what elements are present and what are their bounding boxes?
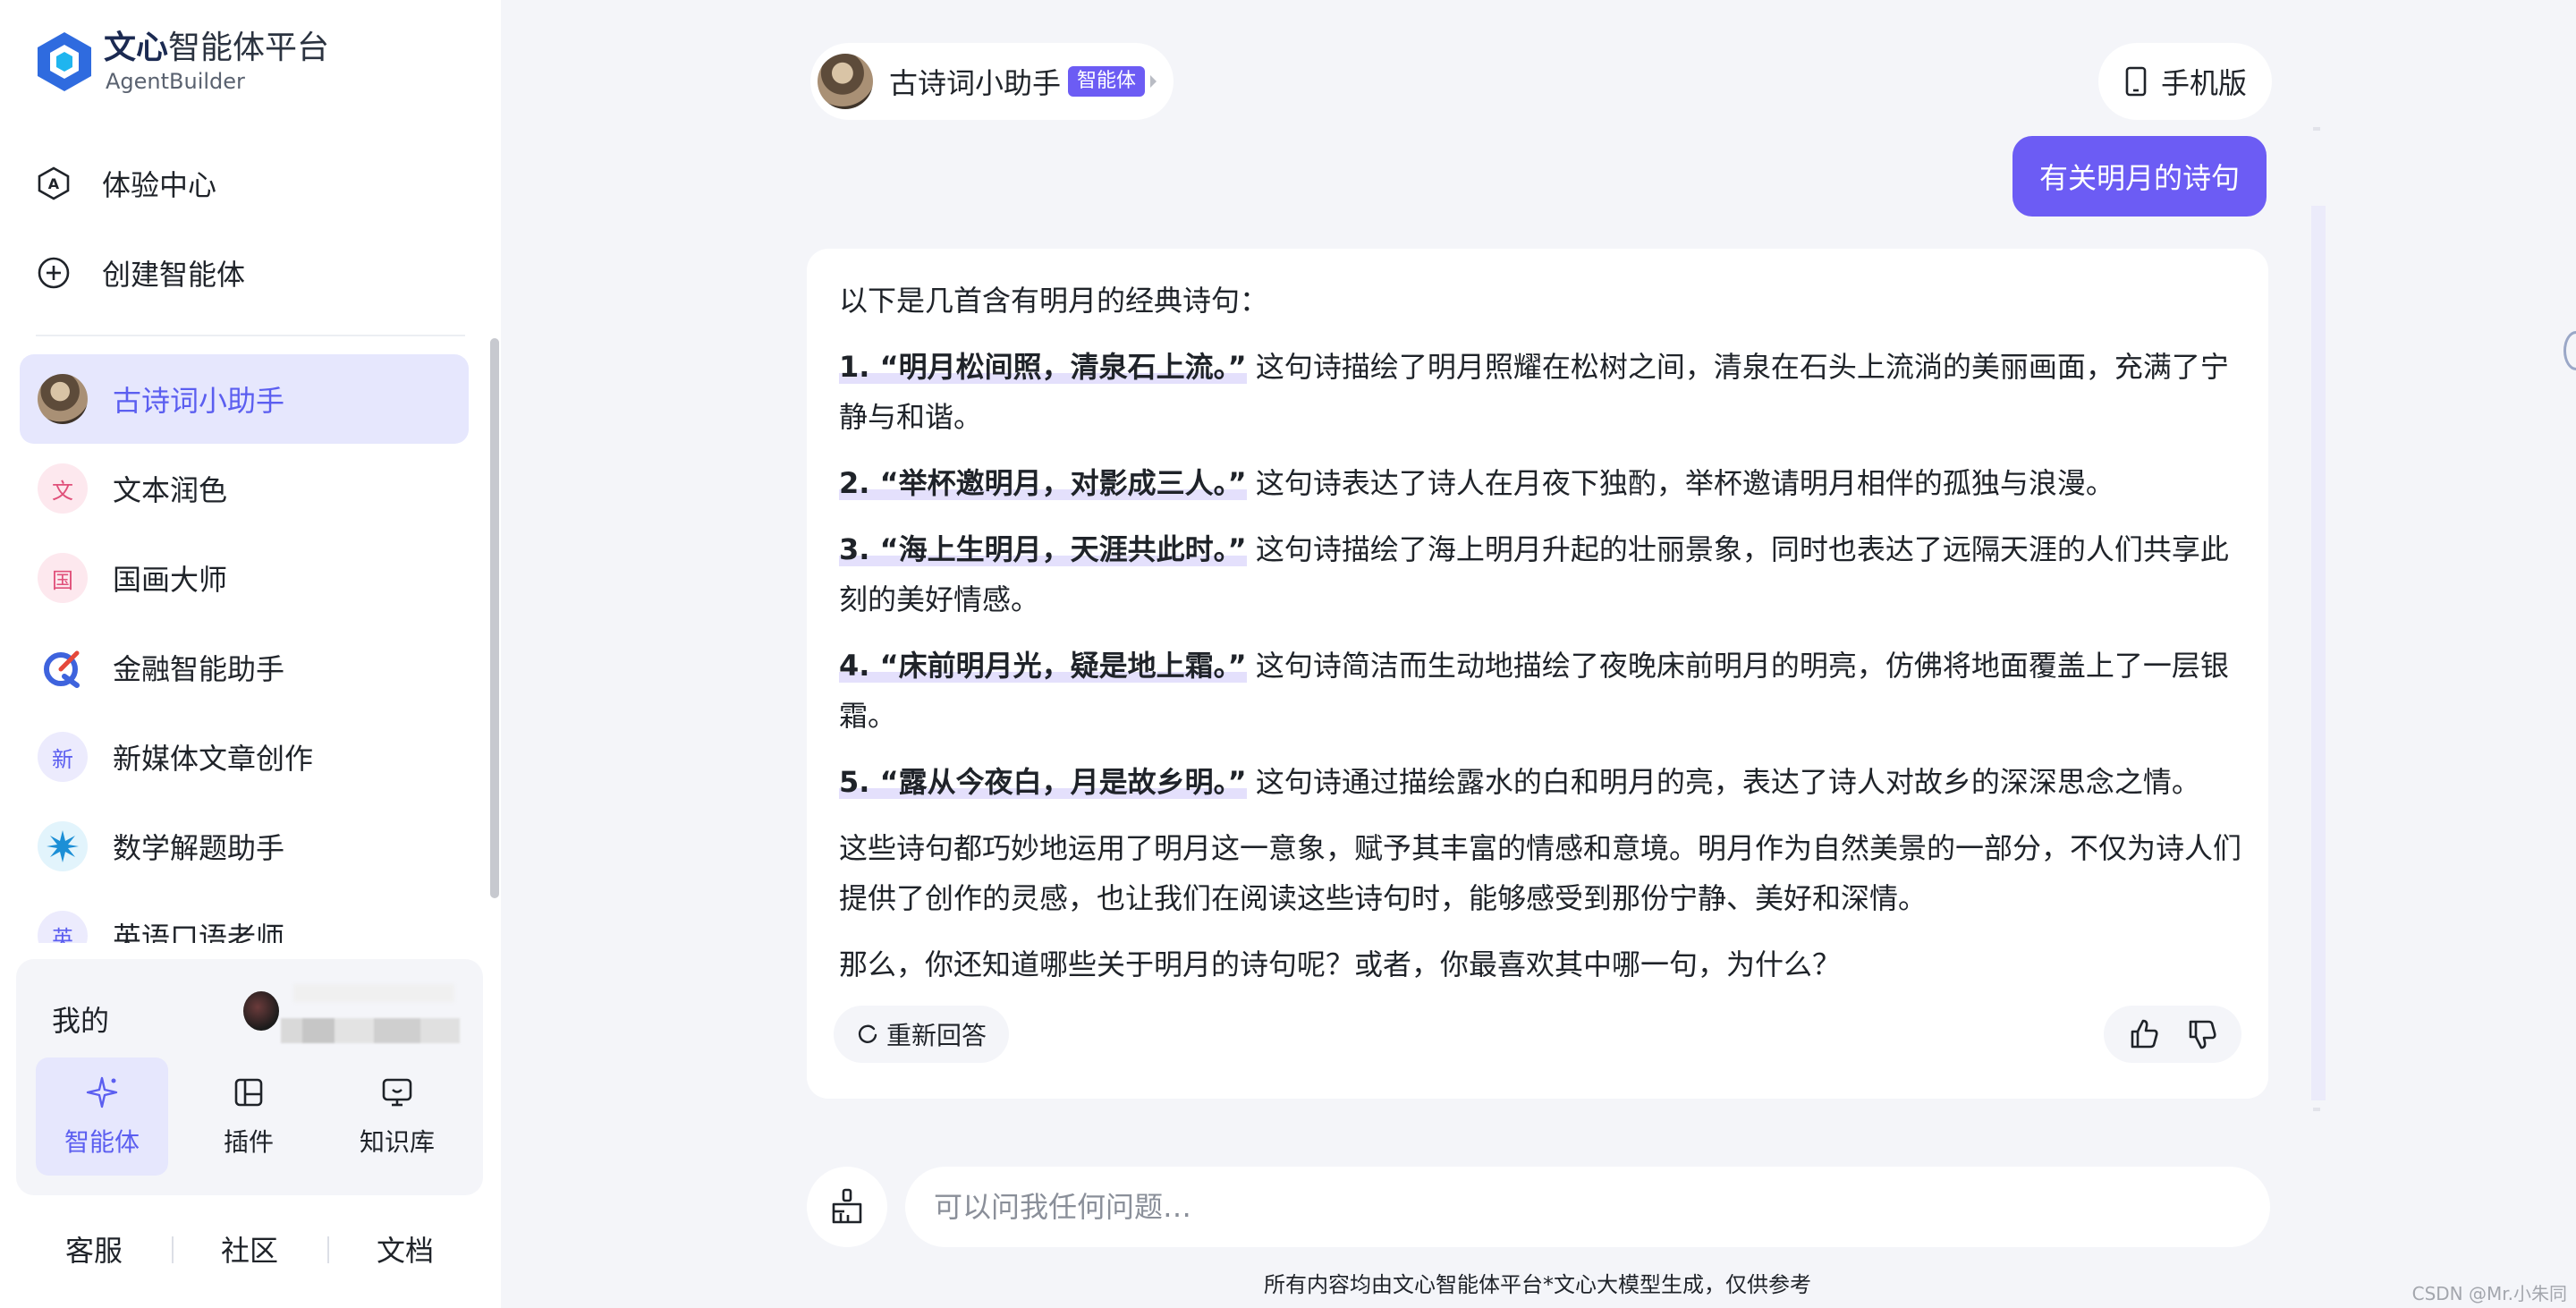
thumbs-down-icon[interactable]: [2185, 1017, 2219, 1051]
agent-item-label: 金融智能助手: [113, 652, 285, 686]
experience-a-icon: A: [38, 166, 70, 200]
user-info-blurred: [281, 1018, 460, 1043]
agent-item-new-media[interactable]: 新 新媒体文章创作: [20, 712, 469, 802]
sidebar: 文心智能体平台 AgentBuilder A 体验中心 创建智能体 古诗词小助手: [0, 0, 501, 1308]
agent-avatar: [818, 54, 873, 109]
answer-body: 以下是几首含有明月的经典诗句： 1. “明月松间照，清泉石上流。” 这句诗描绘了…: [839, 276, 2243, 1006]
brand[interactable]: 文心智能体平台 AgentBuilder: [36, 27, 411, 98]
answer-question: 那么，你还知道哪些关于明月的诗句呢？或者，你最喜欢其中哪一句，为什么？: [839, 947, 1842, 981]
agent-item-label: 数学解题助手: [113, 831, 285, 865]
text-polish-avatar: 文: [38, 463, 88, 514]
agent-list: 古诗词小助手 文 文本润色 国 国画大师 金融智能助手 新 新媒体文章创作 数学…: [20, 352, 476, 943]
agent-item-math-solver[interactable]: 数学解题助手: [20, 802, 469, 891]
nav-create-agent[interactable]: 创建智能体: [36, 246, 245, 300]
english-teacher-avatar: 英: [38, 911, 88, 943]
chat-scroll-cap-top: [2313, 127, 2320, 131]
starburst-icon: [47, 830, 79, 862]
sidebar-footer-links: 客服 社区 文档: [16, 1222, 483, 1276]
answer-intro: 以下是几首含有明月的经典诗句：: [839, 284, 1269, 318]
current-agent-header[interactable]: 古诗词小助手 智能体: [810, 43, 1174, 120]
agent-item-english-teacher[interactable]: 英 英语口语老师: [20, 891, 469, 943]
floating-edge-icon[interactable]: [2563, 331, 2576, 370]
nav-experience-label: 体验中心: [102, 168, 217, 202]
mine-tab-plugins[interactable]: 插件: [182, 1057, 315, 1176]
mine-tab-knowledge-base[interactable]: 知识库: [331, 1057, 463, 1176]
thumbs-up-icon[interactable]: [2127, 1017, 2161, 1051]
feedback-buttons: [2104, 1006, 2241, 1063]
svg-text:A: A: [48, 175, 60, 192]
agent-item-text-polish[interactable]: 文 文本润色: [20, 444, 469, 533]
mine-tab-agents[interactable]: 智能体: [36, 1057, 168, 1176]
new-media-avatar: 新: [38, 732, 88, 782]
agent-item-label: 新媒体文章创作: [113, 742, 314, 776]
answer-item: 1. “明月松间照，清泉石上流。” 这句诗描绘了明月照耀在松树之间，清泉在石头上…: [839, 350, 2229, 434]
nav-create-label: 创建智能体: [102, 258, 246, 292]
sidebar-divider: [36, 335, 465, 336]
agent-item-label: 英语口语老师: [113, 921, 285, 943]
chat-input[interactable]: [905, 1167, 2270, 1247]
refresh-icon: [858, 1024, 877, 1043]
app-root: 文心智能体平台 AgentBuilder A 体验中心 创建智能体 古诗词小助手: [0, 0, 2576, 1308]
ai-disclaimer: 所有内容均由文心智能体平台*文心大模型生成，仅供参考: [1264, 1272, 1811, 1297]
agent-item-label: 国画大师: [113, 563, 228, 597]
link-community[interactable]: 社区: [172, 1222, 327, 1276]
answer-item: 5. “露从今夜白，月是故乡明。” 这句诗通过描绘露水的白和明月的亮，表达了诗人…: [839, 765, 2200, 799]
chat-scroll-cap-bottom: [2313, 1108, 2320, 1111]
plus-circle-icon: [38, 257, 70, 289]
clear-conversation-button[interactable]: [807, 1167, 887, 1247]
agent-item-finance-assistant[interactable]: 金融智能助手: [20, 623, 469, 712]
user-message-bubble: 有关明月的诗句: [2012, 136, 2267, 217]
mine-panel: 我的 智能体 插件 知识库: [16, 959, 483, 1195]
link-docs[interactable]: 文档: [327, 1222, 483, 1276]
answer-item: 4. “床前明月光，疑是地上霜。” 这句诗简洁而生动地描绘了夜晚床前明月的明亮，…: [839, 649, 2229, 733]
agent-name: 古诗词小助手: [889, 66, 1062, 100]
math-solver-avatar: [38, 821, 88, 871]
sparkle-icon: [86, 1076, 118, 1108]
brand-subtitle: AgentBuilder: [106, 69, 245, 94]
chinese-painting-avatar: 国: [38, 553, 88, 603]
answer-item: 3. “海上生明月，天涯共此时。” 这句诗描绘了海上明月升起的壮丽景象，同时也表…: [839, 532, 2229, 616]
mine-label: 我的: [52, 1004, 110, 1038]
finance-assistant-avatar: [38, 642, 88, 692]
agent-item-label: 古诗词小助手: [113, 384, 285, 418]
user-name-blurred: [293, 984, 454, 1002]
csdn-watermark: CSDN @Mr.小朱同学: [2411, 1283, 2567, 1304]
link-customer-service[interactable]: 客服: [16, 1222, 172, 1276]
answer-summary: 这些诗句都巧妙地运用了明月这一意象，赋予其丰富的情感和意境。明月作为自然美景的一…: [839, 831, 2242, 915]
brand-title: 文心智能体平台: [104, 30, 330, 66]
plugin-layout-icon: [234, 1078, 263, 1107]
agent-item-label: 文本润色: [113, 473, 228, 507]
sidebar-scrollbar[interactable]: [490, 338, 499, 898]
regenerate-button[interactable]: 重新回答: [834, 1006, 1009, 1063]
chat-scrollbar[interactable]: [2311, 206, 2326, 1100]
finance-logo-icon: [44, 650, 80, 688]
agent-item-chinese-painting[interactable]: 国 国画大师: [20, 533, 469, 623]
answer-item: 2. “举杯邀明月，对影成三人。” 这句诗表达了诗人在月夜下独酌，举杯邀请明月相…: [839, 466, 2114, 500]
agent-item-poetry-assistant[interactable]: 古诗词小助手: [20, 354, 469, 444]
assistant-answer-card: 以下是几首含有明月的经典诗句： 1. “明月松间照，清泉石上流。” 这句诗描绘了…: [807, 249, 2268, 1099]
caret-right-icon: [1150, 75, 1157, 88]
agent-type-badge: 智能体: [1068, 66, 1146, 97]
poetry-assistant-avatar: [38, 374, 88, 424]
mobile-version-button[interactable]: 手机版: [2098, 43, 2272, 120]
user-avatar[interactable]: [243, 991, 279, 1031]
monitor-icon: [382, 1078, 412, 1107]
phone-icon: [2125, 66, 2147, 97]
broom-icon: [832, 1188, 862, 1224]
nav-experience-center[interactable]: A 体验中心: [36, 157, 216, 210]
agentbuilder-logo-icon: [38, 32, 91, 91]
